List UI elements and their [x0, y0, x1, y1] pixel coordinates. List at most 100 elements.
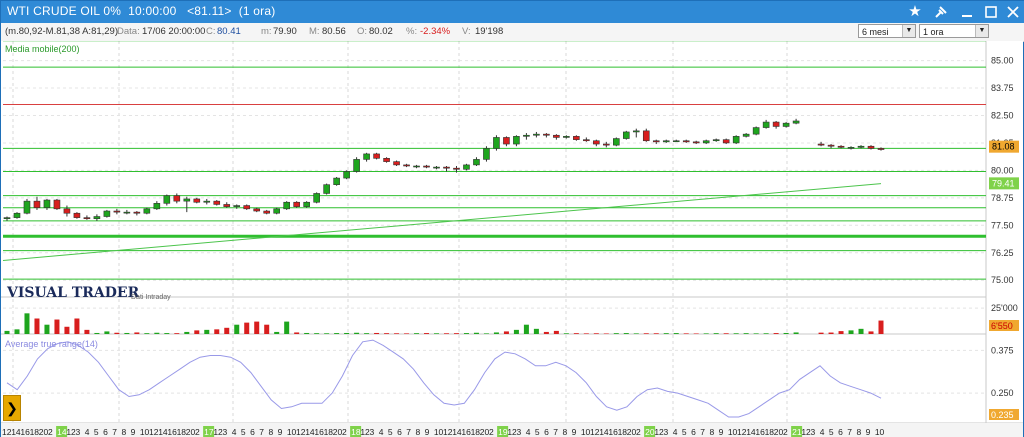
x-axis-tick-label: 8 — [562, 427, 567, 437]
candle-body — [682, 140, 690, 143]
candle-body — [632, 130, 640, 133]
x-axis-tick-label: 9 — [278, 427, 283, 437]
price-tick-label: 85.00 — [991, 56, 1014, 66]
candle-body — [513, 136, 520, 145]
volume-bar — [533, 328, 539, 334]
volume-bar — [234, 324, 240, 334]
pin-icon[interactable] — [930, 2, 952, 22]
volume-bar — [818, 332, 824, 334]
volume-bar — [74, 318, 80, 334]
volume-bar — [473, 332, 479, 334]
title-bar[interactable]: WTI CRUDE OIL 0% 10:00:00 <81.11> (1 ora… — [1, 1, 1024, 23]
candle-body — [722, 139, 730, 144]
volume-bar — [174, 333, 180, 334]
x-axis-tick-label: 5 — [682, 427, 687, 437]
min-value: 79.90 — [273, 26, 297, 37]
price-tick-label: 83.75 — [991, 83, 1014, 93]
candle-body — [533, 133, 540, 136]
chevron-down-icon[interactable]: ▼ — [902, 25, 915, 37]
x-axis-tick-label: 10 — [875, 427, 885, 437]
volume-bar — [743, 333, 749, 334]
x-axis-tick-label: 3 — [664, 427, 669, 437]
volume-bar — [763, 333, 769, 334]
volume-bar — [24, 313, 30, 334]
volume-bar — [154, 332, 160, 334]
candle-body — [463, 164, 470, 170]
volume-bar — [653, 333, 659, 334]
candle-body — [163, 195, 171, 204]
volume-bar — [334, 333, 340, 334]
x-axis-tick-label: 7 — [112, 427, 117, 437]
brand-logo: VISUAL TRADER — [6, 285, 140, 301]
candle-body — [523, 134, 530, 137]
close-label: C: — [206, 26, 216, 37]
x-axis-tick-label: 2 — [48, 427, 53, 437]
volume-bar — [264, 324, 270, 334]
candle-body — [817, 143, 825, 146]
candle-body — [223, 204, 231, 207]
x-axis-tick-label: 5 — [829, 427, 834, 437]
x-axis-tick-label: 7 — [553, 427, 558, 437]
volume-bar — [623, 333, 629, 334]
volume-bar — [603, 333, 609, 334]
candle-body — [213, 200, 221, 205]
star-icon[interactable]: ★ — [904, 2, 926, 22]
price-chart[interactable]: 85.0083.7582.5081.2580.0078.7577.5076.25… — [1, 41, 1023, 437]
candle-body — [762, 121, 770, 128]
volume-bar — [244, 322, 250, 334]
minimize-icon[interactable] — [956, 2, 978, 22]
candle-body — [857, 145, 865, 148]
atr-tick-label: 0.250 — [991, 388, 1014, 398]
candle-body — [662, 140, 670, 143]
candle-body — [413, 165, 420, 168]
candle-body — [493, 137, 500, 149]
atr-value-label: 0.235 — [991, 410, 1014, 420]
volume-bar — [194, 330, 200, 334]
candle-body — [293, 201, 300, 207]
expand-panel-button[interactable]: ❯ — [3, 395, 21, 421]
candle-body — [93, 216, 101, 220]
x-axis-tick-label: 6 — [544, 427, 549, 437]
volume-bar — [274, 331, 280, 334]
chevron-down-icon[interactable]: ▼ — [975, 25, 988, 37]
candle-body — [373, 153, 380, 159]
maximize-icon[interactable] — [980, 2, 1002, 22]
open-value: 80.02 — [369, 26, 393, 37]
volume-value: 19'198 — [475, 26, 504, 37]
candle-body — [553, 134, 560, 138]
open-label: O: — [357, 26, 368, 37]
pct-change-value: -2.34% — [420, 26, 451, 37]
x-axis-tick-label: 2 — [195, 427, 200, 437]
price-tick-label: 78.75 — [991, 193, 1014, 203]
volume-bar — [14, 329, 20, 334]
candle-body — [483, 148, 490, 160]
volume-bar — [374, 332, 380, 334]
price-tick-label: 75.00 — [991, 275, 1014, 285]
candle-body — [383, 158, 390, 162]
volume-bar — [613, 333, 619, 334]
candle-body — [53, 199, 61, 210]
candle-body — [203, 200, 211, 203]
volume-bar — [573, 333, 579, 334]
volume-bar — [34, 318, 40, 334]
x-axis-tick-label: 2 — [489, 427, 494, 437]
x-axis-tick-label: 4 — [232, 427, 237, 437]
volume-bar — [94, 332, 100, 334]
period-select[interactable]: 6 mesi ▼ — [858, 24, 916, 38]
candle-body — [642, 130, 650, 142]
chart-background — [1, 41, 1023, 437]
timeframe-select[interactable]: 1 ora ▼ — [919, 24, 989, 38]
volume-bar — [4, 330, 10, 334]
candle-body — [583, 139, 590, 142]
close-icon[interactable] — [1002, 2, 1024, 22]
last-price-label: 81.08 — [992, 142, 1015, 152]
min-label: m: — [261, 26, 272, 37]
volume-bar — [294, 332, 300, 334]
volume-bar — [384, 333, 390, 334]
x-axis-tick-label: 3 — [811, 427, 816, 437]
ma-value-label: 79.41 — [992, 178, 1015, 188]
volume-bar — [713, 333, 719, 334]
candle-body — [63, 208, 71, 214]
volume-bar — [583, 333, 589, 334]
candle-body — [263, 210, 271, 214]
